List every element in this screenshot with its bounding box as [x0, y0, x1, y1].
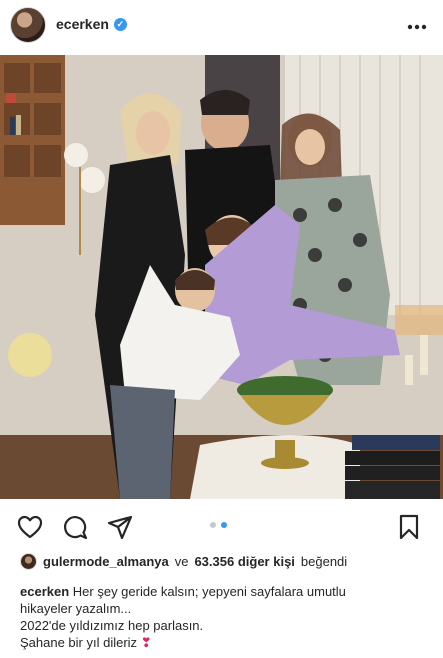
save-icon[interactable]	[395, 513, 423, 541]
likes-suffix: beğendi	[300, 554, 348, 569]
post-photo[interactable]	[0, 55, 443, 499]
share-icon[interactable]	[106, 513, 134, 541]
family-photo-illustration	[0, 55, 443, 499]
profile-avatar[interactable]	[10, 7, 46, 43]
more-options-button[interactable]	[407, 14, 427, 35]
carousel-dot	[210, 522, 216, 528]
caption-username[interactable]: ecerken	[20, 584, 69, 599]
more-icon	[407, 24, 427, 30]
action-bar	[0, 509, 443, 543]
likes-connector: ve	[174, 554, 189, 569]
likes-summary: gulermode_almanya ve 63.356 diğer kişi b…	[20, 553, 347, 570]
carousel-indicator	[210, 522, 227, 528]
post-header: ecerken ✓	[0, 0, 443, 50]
caption-line-4: Şahane bir yıl dileriz ❣	[20, 634, 425, 651]
post-caption: ecerken Her şey geride kalsın; yepyeni s…	[20, 583, 425, 651]
caption-line-3: 2022'de yıldızımız hep parlasın.	[20, 618, 204, 633]
liker-avatar[interactable]	[20, 553, 37, 570]
heart-exclamation-emoji: ❣	[140, 635, 152, 650]
verified-icon: ✓	[113, 17, 127, 31]
caption-text-4: Şahane bir yıl dileriz	[20, 635, 138, 650]
username-row: ecerken ✓	[56, 16, 127, 32]
likes-count[interactable]: 63.356 diğer kişi	[194, 554, 294, 569]
liker-username[interactable]: gulermode_almanya	[43, 554, 169, 569]
username[interactable]: ecerken	[56, 16, 109, 32]
carousel-dot-active	[221, 522, 227, 528]
caption-line-2: hikayeler yazalım...	[20, 601, 132, 616]
comment-icon[interactable]	[61, 513, 89, 541]
heart-icon[interactable]	[16, 513, 44, 541]
caption-text-1: Her şey geride kalsın; yepyeni sayfalara…	[72, 584, 346, 599]
caption-line-1: ecerken Her şey geride kalsın; yepyeni s…	[20, 583, 425, 600]
